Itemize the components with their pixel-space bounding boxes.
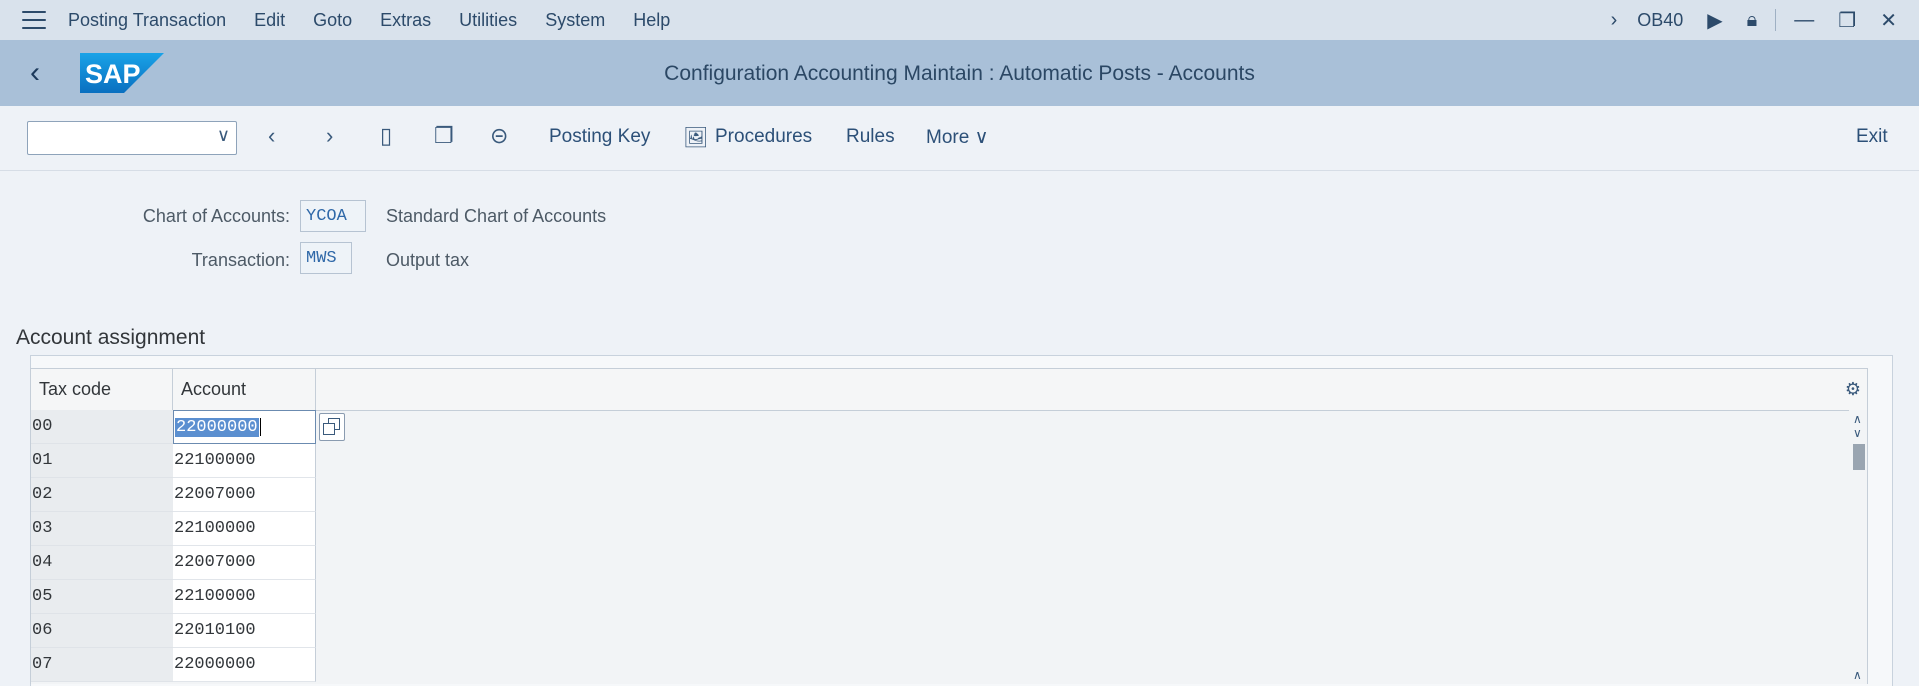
tax-code-cell: 02	[31, 478, 173, 512]
settings-icon[interactable]: ⚙︎	[1845, 379, 1861, 400]
close-icon[interactable]: ✕	[1880, 8, 1897, 33]
procedures-button[interactable]: Procedures	[715, 126, 812, 148]
chevron-right-icon[interactable]: ›	[1611, 9, 1618, 32]
chart-of-accounts-label: Chart of Accounts:	[142, 206, 290, 226]
hamburger-menu-icon[interactable]	[22, 11, 46, 29]
previous-icon[interactable]: ‹	[268, 123, 275, 149]
table-header: Tax code Account ⚙︎	[31, 369, 1867, 411]
posting-key-button[interactable]: Posting Key	[549, 126, 650, 148]
chevron-down-icon: ∨	[974, 127, 989, 148]
exit-button[interactable]: Exit	[1856, 126, 1888, 148]
menu-help[interactable]: Help	[633, 10, 670, 31]
account-cell[interactable]: 22100000	[173, 580, 316, 614]
scroll-bottom-icon[interactable]: ∧	[1853, 668, 1862, 682]
page-title: Configuration Accounting Maintain : Auto…	[664, 62, 1255, 85]
account-cell[interactable]: 22007000	[173, 546, 316, 580]
tax-code-cell: 01	[31, 444, 173, 478]
transaction-description: Output tax	[386, 250, 470, 270]
transaction-code: OB40	[1637, 9, 1684, 30]
menu-utilities[interactable]: Utilities	[459, 10, 517, 31]
account-cell[interactable]: 22010100	[173, 614, 316, 648]
next-icon[interactable]: ›	[326, 123, 333, 149]
menu-bar: Posting Transaction Edit Goto Extras Uti…	[0, 0, 1919, 40]
more-button[interactable]: More ∨	[926, 126, 989, 149]
delete-icon[interactable]: ⊝	[490, 123, 508, 149]
tax-code-cell: 07	[31, 648, 173, 682]
toolbar: ∨ ‹ › ▯ ❐ ⊝ Posting Key 🖼︎ Procedures Ru…	[0, 106, 1919, 171]
menu-system[interactable]: System	[545, 10, 605, 31]
scroll-top-icon[interactable]: ∧	[1853, 412, 1862, 426]
tax-code-cell: 06	[31, 614, 173, 648]
chart-of-accounts-description: Standard Chart of Accounts	[386, 206, 607, 226]
vertical-scrollbar[interactable]: ∧ ∨ ∧	[1849, 410, 1867, 684]
command-field[interactable]: ∨	[27, 121, 237, 155]
value-help-icon[interactable]	[319, 413, 345, 441]
tax-code-cell: 04	[31, 546, 173, 580]
account-cell[interactable]: 22100000	[173, 512, 316, 546]
account-cell[interactable]: 22000000	[173, 410, 316, 444]
play-icon[interactable]: ▶︎	[1707, 8, 1722, 33]
menu-edit[interactable]: Edit	[254, 10, 285, 31]
image-icon[interactable]: 🖼︎	[683, 125, 708, 150]
divider	[1775, 9, 1777, 31]
chevron-down-icon[interactable]: ∨	[217, 125, 230, 146]
column-header-account[interactable]: Account	[173, 369, 316, 410]
menu-posting-transaction[interactable]: Posting Transaction	[68, 10, 226, 31]
menu-items: Posting Transaction Edit Goto Extras Uti…	[68, 10, 698, 31]
account-cell[interactable]: 22000000	[173, 648, 316, 682]
transaction-label: Transaction:	[191, 250, 290, 270]
tax-code-cell: 05	[31, 580, 173, 614]
scroll-up-icon[interactable]: ∨	[1853, 426, 1862, 440]
shell-header: ‹ SAP Configuration Accounting Maintain …	[0, 40, 1919, 106]
tax-code-cell: 00	[31, 410, 173, 444]
menu-extras[interactable]: Extras	[380, 10, 431, 31]
restore-icon[interactable]: ❐	[1838, 8, 1856, 33]
minimize-icon[interactable]: —	[1794, 9, 1814, 32]
lock-icon[interactable]: 🔒︎	[1747, 9, 1758, 32]
menu-right-tools: › OB40 ▶︎ 🔒︎ — ❐ ✕	[1599, 0, 1919, 40]
account-cell[interactable]: 22007000	[173, 478, 316, 512]
tax-code-cell: 03	[31, 512, 173, 546]
copy-icon[interactable]: ❐	[434, 123, 454, 149]
account-assignment-table: Tax code Account ⚙︎ 00 22000000 01 22100…	[30, 368, 1868, 684]
column-header-tax-code[interactable]: Tax code	[31, 369, 173, 410]
account-cell[interactable]: 22100000	[173, 444, 316, 478]
menu-goto[interactable]: Goto	[313, 10, 352, 31]
transaction-field[interactable]: MWS	[300, 242, 352, 274]
chart-of-accounts-field[interactable]: YCOA	[300, 200, 366, 232]
section-title: Account assignment	[16, 326, 206, 349]
scroll-thumb[interactable]	[1853, 444, 1865, 470]
new-entry-icon[interactable]: ▯	[380, 123, 392, 149]
rules-button[interactable]: Rules	[846, 126, 895, 148]
